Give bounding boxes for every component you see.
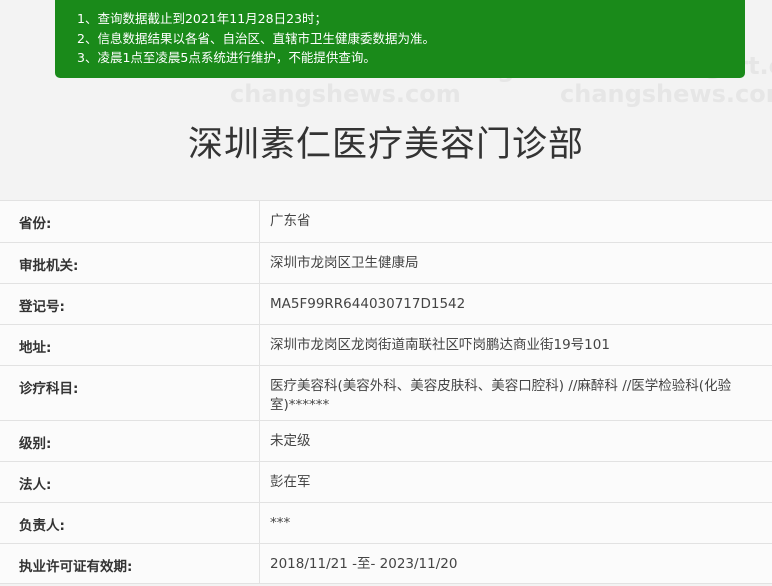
- table-row: 审批机关: 深圳市龙岗区卫生健康局: [0, 242, 772, 283]
- row-value: ***: [270, 515, 291, 531]
- notice-line: 3、凌晨1点至凌晨5点系统进行维护，不能提供查询。: [77, 50, 376, 65]
- row-label: 级别:: [0, 421, 260, 461]
- row-label: 审批机关:: [0, 243, 260, 283]
- row-value: 广东省: [270, 213, 311, 229]
- info-table: 省份: 广东省 审批机关: 深圳市龙岗区卫生健康局 登记号: MA5F99RR6…: [0, 200, 772, 584]
- notice-line: 1、查询数据截止到2021年11月28日23时；: [77, 11, 327, 26]
- table-row: 法人: 彭在军: [0, 461, 772, 502]
- table-row: 登记号: MA5F99RR644030717D1542: [0, 283, 772, 324]
- row-value: 彭在军: [270, 474, 311, 490]
- table-row: 负责人: ***: [0, 502, 772, 543]
- watermark-text: changshews.com: [230, 80, 461, 108]
- watermark-text: changshews.com: [560, 80, 772, 108]
- notice-banner: 1、查询数据截止到2021年11月28日23时； 2、信息数据结果以各省、自治区…: [55, 0, 745, 78]
- table-row: 执业许可证有效期: 2018/11/21 -至- 2023/11/20: [0, 543, 772, 584]
- table-row: 级别: 未定级: [0, 420, 772, 461]
- row-value: 医疗美容科(美容外科、美容皮肤科、美容口腔科) //麻醉科 //医学检验科(化验…: [270, 378, 732, 413]
- table-row: 诊疗科目: 医疗美容科(美容外科、美容皮肤科、美容口腔科) //麻醉科 //医学…: [0, 365, 772, 420]
- row-label: 诊疗科目:: [0, 366, 260, 420]
- row-value: 深圳市龙岗区卫生健康局: [270, 255, 419, 271]
- row-value: 2018/11/21 -至- 2023/11/20: [270, 556, 458, 572]
- page-title: 深圳素仁医疗美容门诊部: [187, 125, 584, 165]
- table-row: 省份: 广东省: [0, 200, 772, 242]
- row-label: 负责人:: [0, 503, 260, 543]
- row-value: MA5F99RR644030717D1542: [270, 296, 466, 312]
- row-label: 登记号:: [0, 284, 260, 324]
- row-label: 执业许可证有效期:: [0, 544, 260, 583]
- table-row: 地址: 深圳市龙岗区龙岗街道南联社区吓岗鹏达商业街19号101: [0, 324, 772, 365]
- row-label: 法人:: [0, 462, 260, 502]
- row-value: 深圳市龙岗区龙岗街道南联社区吓岗鹏达商业街19号101: [270, 337, 610, 353]
- row-label: 省份:: [0, 201, 260, 242]
- row-label: 地址:: [0, 325, 260, 365]
- notice-line: 2、信息数据结果以各省、自治区、直辖市卫生健康委数据为准。: [77, 30, 435, 46]
- row-value: 未定级: [270, 433, 311, 449]
